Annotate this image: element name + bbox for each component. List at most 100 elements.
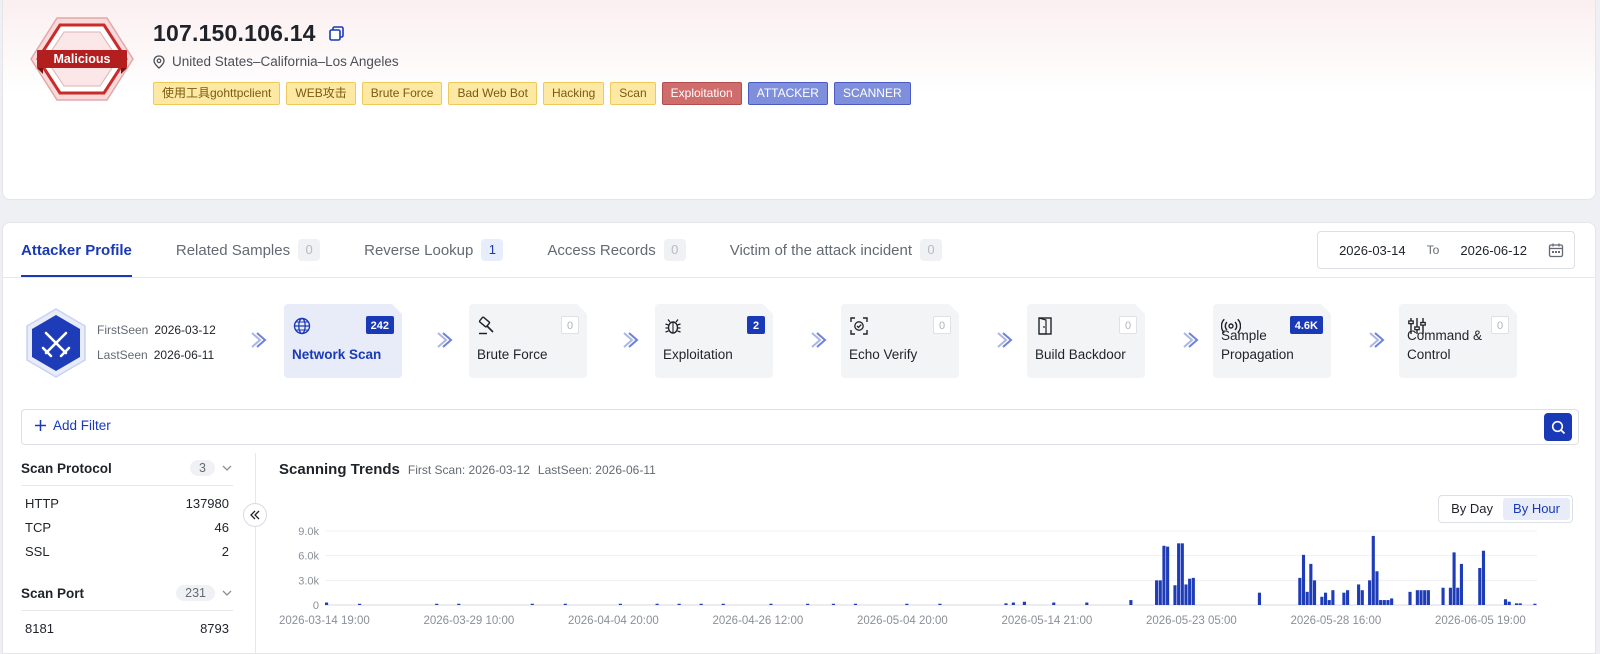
chart-bar [1371, 535, 1375, 605]
scan-verify-icon [849, 316, 869, 336]
calendar-icon[interactable] [1548, 242, 1564, 258]
stage-build-backdoor[interactable]: 0 Build Backdoor [1027, 304, 1145, 378]
location-text: United States–California–Los Angeles [172, 54, 399, 69]
stat-row[interactable]: SSL 2 [21, 540, 233, 564]
chevron-right-icon [811, 332, 827, 348]
chart-bar [1158, 580, 1162, 605]
tab-related-samples[interactable]: Related Samples 0 [176, 223, 321, 277]
tab-reverse-lookup[interactable]: Reverse Lookup 1 [364, 223, 504, 277]
chart-bar [655, 603, 659, 605]
collapse-panel-button[interactable] [243, 503, 267, 527]
stage-label: Echo Verify [849, 347, 918, 362]
stat-row[interactable]: TCP 46 [21, 516, 233, 540]
stage-command-control[interactable]: 0 Command & Control [1399, 304, 1517, 378]
stage-count: 0 [561, 316, 579, 334]
tag-exploitation[interactable]: Exploitation [661, 82, 742, 105]
threat-tags: 使用工具gohttpclient WEB攻击 Brute Force Bad W… [153, 82, 911, 105]
tag-attacker[interactable]: ATTACKER [747, 82, 828, 105]
chart-bar [1298, 577, 1302, 605]
chevron-right-icon [1369, 332, 1385, 348]
date-range-picker[interactable]: 2026-03-14 To 2026-06-12 [1317, 231, 1575, 269]
chart-bar [358, 603, 362, 605]
scan-stats-panel: Scan Protocol 3 HTTP 137980 TCP 46 SSL 2 Sc… [21, 453, 233, 641]
chart-first-scan: First Scan: 2026-03-12 [407, 463, 530, 477]
chart-bar [1507, 601, 1511, 605]
chart-bar [1320, 596, 1324, 605]
chart-bar [1503, 599, 1508, 605]
chart-bar [457, 603, 461, 605]
chart-bar [938, 603, 942, 605]
tab-divider [3, 277, 1595, 278]
stage-label: Brute Force [477, 347, 548, 362]
chart-bar [1426, 590, 1430, 605]
chart-bar [618, 603, 622, 605]
x-tick-label: 2026-05-04 20:00 [857, 615, 948, 627]
stage-exploitation[interactable]: 2 Exploitation [655, 304, 773, 378]
search-button[interactable] [1544, 413, 1572, 441]
chevron-down-icon[interactable] [221, 587, 233, 599]
chart-bar [1327, 600, 1331, 605]
chart-bar [1368, 580, 1372, 605]
tab-bar: Attacker Profile Related Samples 0 Rever… [21, 223, 943, 277]
stage-brute-force[interactable]: 0 Brute Force [469, 304, 587, 378]
tab-victim-incident[interactable]: Victim of the attack incident 0 [729, 223, 943, 277]
x-tick-label: 2026-04-04 20:00 [568, 615, 659, 627]
scan-protocol-header[interactable]: Scan Protocol 3 [21, 453, 233, 483]
x-tick-label: 2026-05-23 05:00 [1146, 615, 1237, 627]
ip-address: 107.150.106.14 [153, 20, 316, 46]
stat-value: 137980 [185, 496, 229, 511]
tab-label: Victim of the attack incident [729, 241, 913, 259]
copy-icon[interactable] [328, 25, 346, 43]
stat-group-title: Scan Protocol [21, 460, 112, 476]
chart-bar [563, 603, 567, 605]
tab-access-records[interactable]: Access Records 0 [547, 223, 686, 277]
chart-bar [905, 603, 909, 605]
tag-gohttpclient[interactable]: 使用工具gohttpclient [153, 82, 281, 105]
stage-count: 2 [747, 316, 765, 334]
date-from[interactable]: 2026-03-14 [1318, 243, 1427, 258]
stat-row[interactable]: HTTP 137980 [21, 492, 233, 516]
tag-bad-web-bot[interactable]: Bad Web Bot [448, 82, 537, 105]
first-seen-label: FirstSeen [97, 323, 149, 337]
chart-bar [530, 603, 534, 605]
chart-bar [1459, 563, 1463, 605]
y-tick-label: 6.0k [298, 551, 319, 563]
chart-bar [1184, 584, 1188, 605]
y-tick-label: 0 [313, 600, 319, 612]
chart-bar [806, 603, 810, 605]
stage-echo-verify[interactable]: 0 Echo Verify [841, 304, 959, 378]
chart-bar [677, 603, 681, 605]
date-to[interactable]: 2026-06-12 [1439, 243, 1548, 258]
chart-bar [1423, 590, 1427, 605]
malicious-verdict-badge: Malicious [29, 16, 135, 102]
tag-web-attack[interactable]: WEB攻击 [286, 82, 356, 105]
add-filter-button[interactable]: Add Filter [34, 418, 111, 433]
x-tick-label: 2026-04-26 12:00 [713, 615, 804, 627]
chart-bar [1177, 543, 1181, 605]
chart-bar [1375, 571, 1379, 605]
stat-value: 2 [221, 544, 229, 559]
chart-bar [1188, 578, 1192, 605]
by-day-option[interactable]: By Day [1441, 498, 1503, 520]
by-hour-option[interactable]: By Hour [1503, 498, 1570, 520]
scanning-trend-chart: 0 3.0k 6.0k 9.0k 2026-03-14 19:00 2026-03-29 … [279, 526, 1537, 627]
tab-label: Attacker Profile [21, 241, 132, 259]
stage-network-scan[interactable]: 242 Network Scan [284, 304, 402, 378]
x-tick-label: 2026-05-14 21:00 [1002, 615, 1093, 627]
chevron-right-icon [251, 332, 267, 348]
tag-scanner[interactable]: SCANNER [833, 82, 911, 105]
chevron-down-icon[interactable] [221, 462, 233, 474]
bug-icon [663, 316, 683, 336]
tab-attacker-profile[interactable]: Attacker Profile [21, 223, 132, 277]
chart-bar [1415, 590, 1419, 605]
chart-bar [721, 603, 725, 605]
stat-row[interactable]: 8181 8793 [21, 617, 233, 641]
scan-port-header[interactable]: Scan Port 231 [21, 578, 233, 608]
chart-bar [699, 603, 703, 605]
tag-brute-force[interactable]: Brute Force [361, 82, 443, 105]
chart-bar [1386, 600, 1390, 605]
stage-sample-propagation[interactable]: 4.6K Sample Propagation [1213, 304, 1331, 378]
tag-hacking[interactable]: Hacking [542, 82, 605, 105]
tag-scan[interactable]: Scan [610, 82, 656, 105]
chart-bar [1257, 592, 1261, 605]
